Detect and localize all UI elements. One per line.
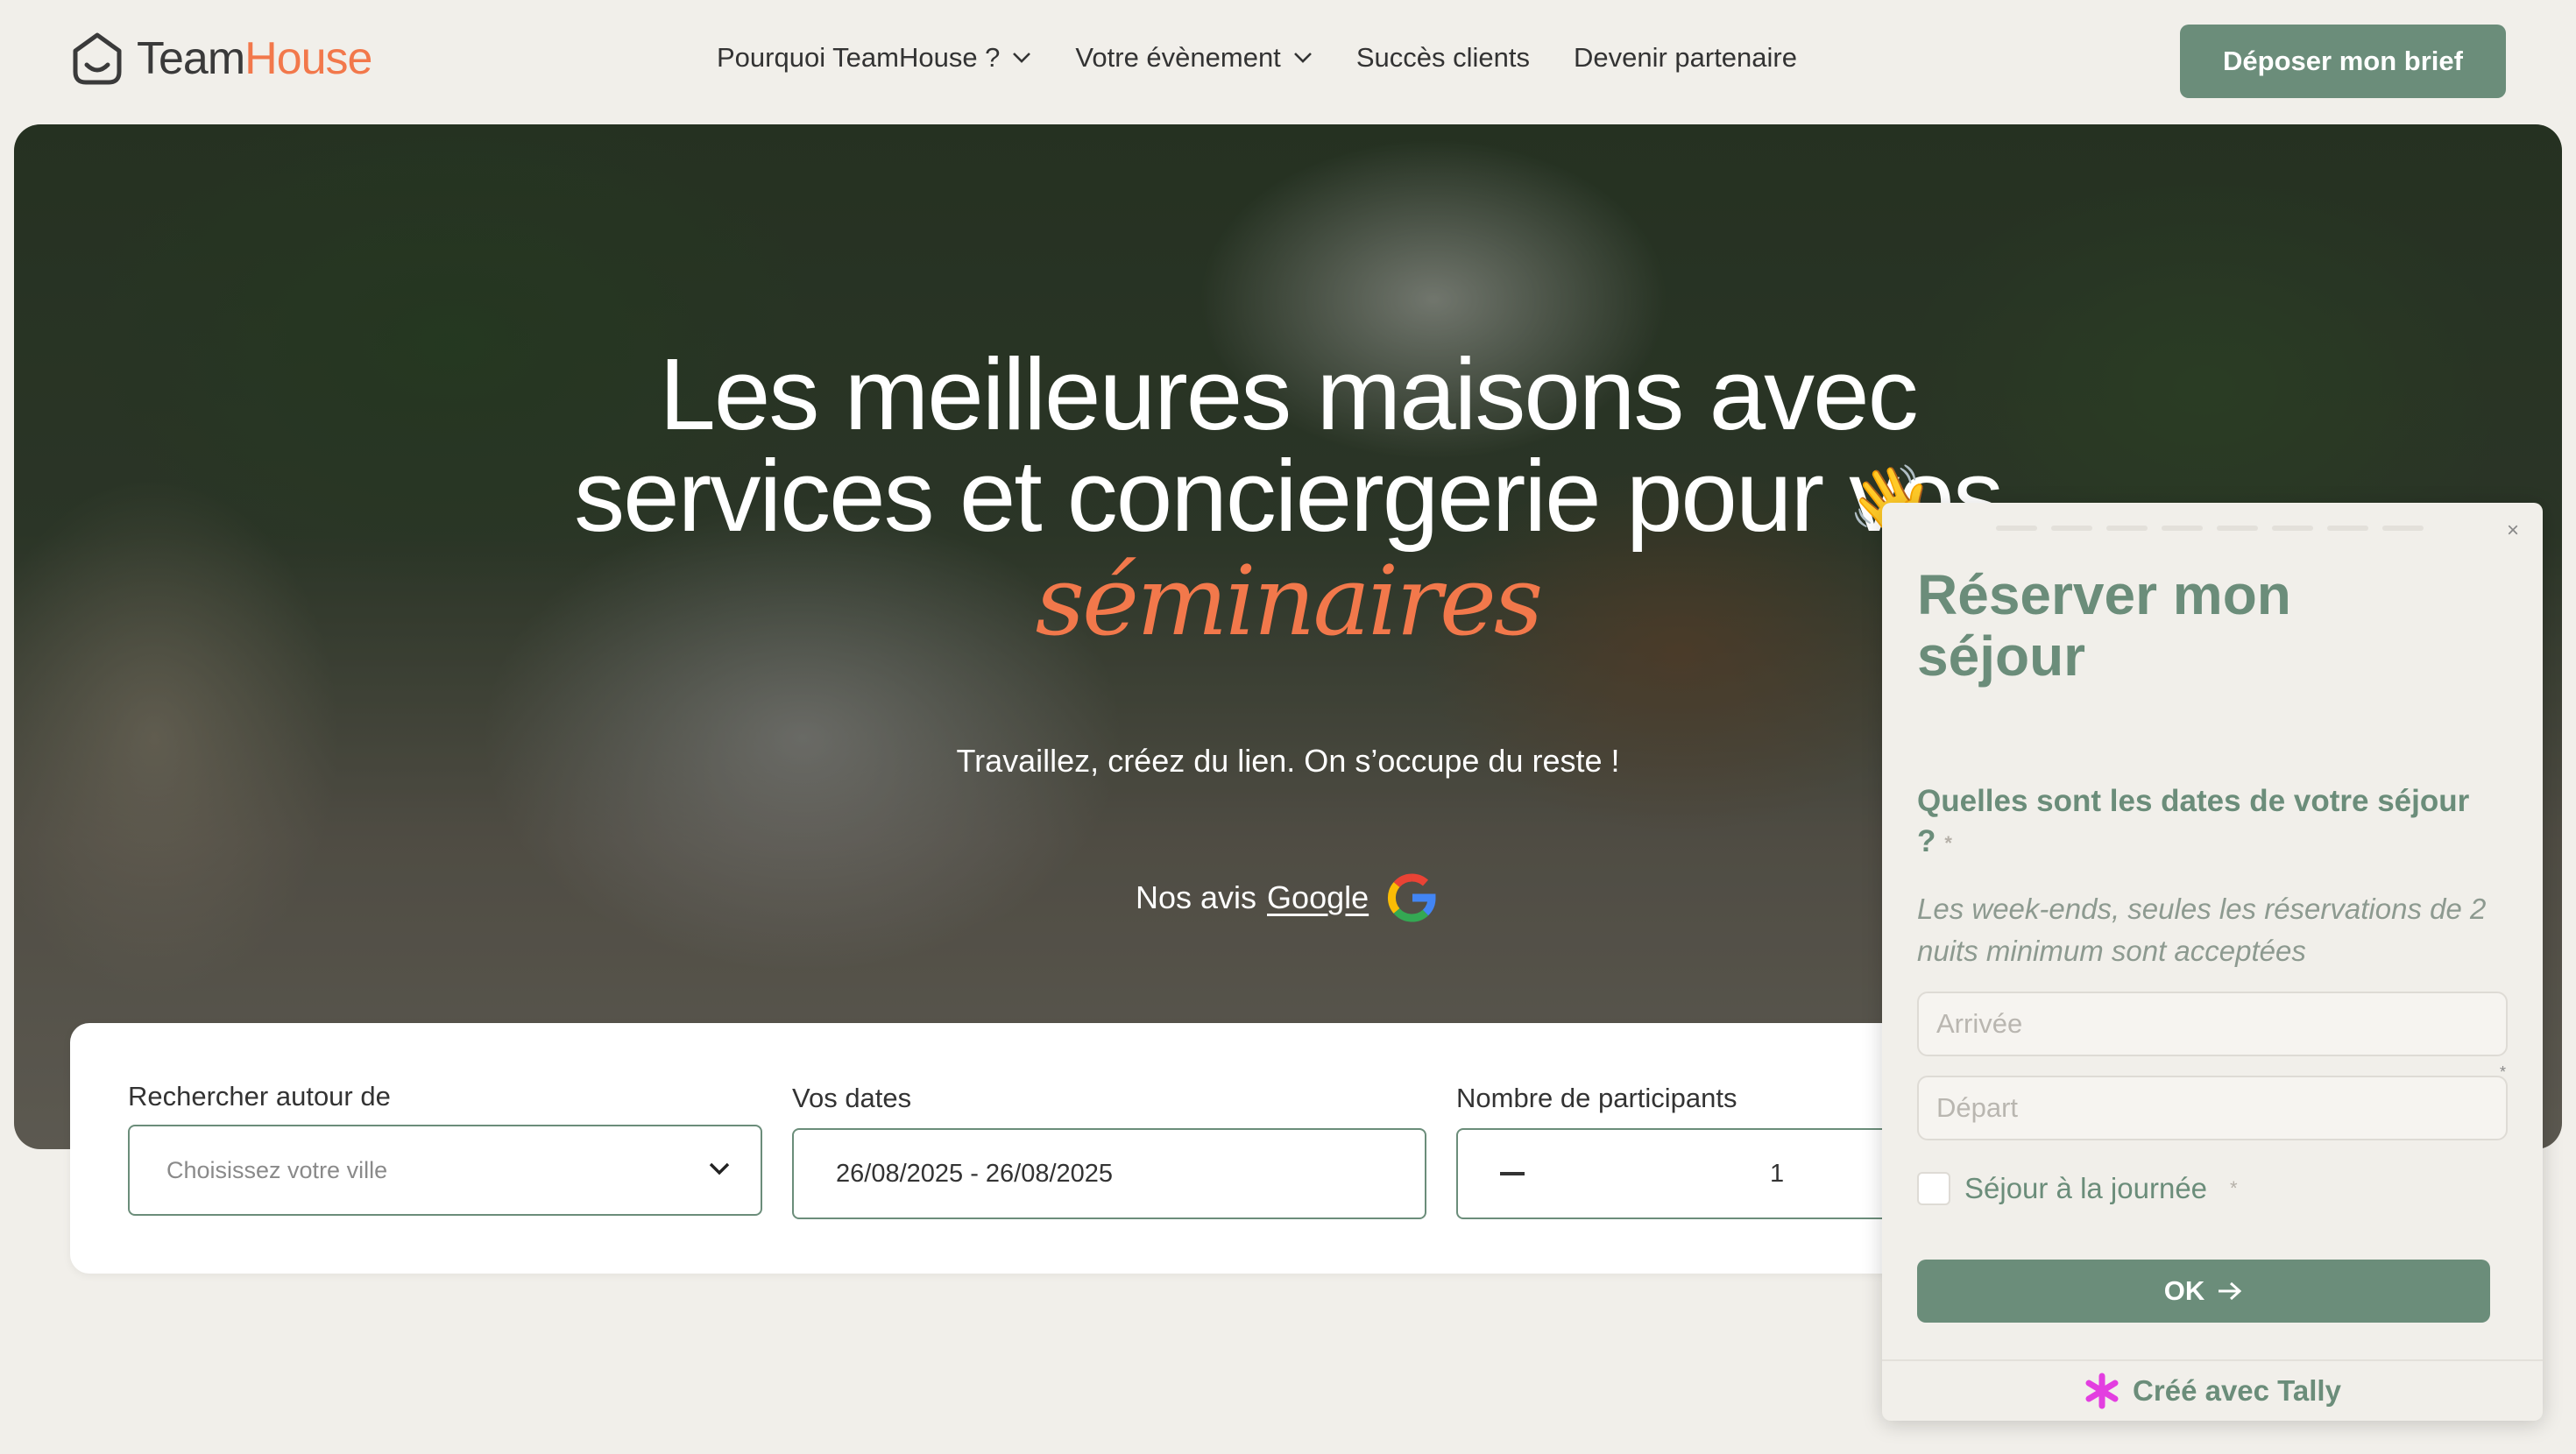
google-reviews-link[interactable]: Google bbox=[1267, 879, 1369, 916]
dates-question-text: Quelles sont les dates de votre séjour ? bbox=[1917, 784, 2470, 858]
dates-question: Quelles sont les dates de votre séjour ?… bbox=[1917, 781, 2478, 864]
required-mark: * bbox=[1944, 831, 1952, 854]
logo-text-team: Team bbox=[137, 33, 245, 84]
chevron-down-icon bbox=[1013, 53, 1031, 63]
nav-link-label: Devenir partenaire bbox=[1573, 42, 1797, 73]
close-icon[interactable]: × bbox=[2501, 519, 2525, 543]
logo-wordmark: TeamHouse bbox=[137, 32, 372, 85]
nav-link-label: Pourquoi TeamHouse ? bbox=[717, 42, 1001, 73]
reservation-popup: × Réserver mon séjour Quelles sont les d… bbox=[1882, 503, 2543, 1421]
search-card: Rechercher autour de Choisissez votre vi… bbox=[70, 1023, 2085, 1274]
nav-link-label: Succès clients bbox=[1355, 42, 1530, 73]
day-stay-label: Séjour à la journée bbox=[1964, 1172, 2208, 1204]
arrival-date-input[interactable]: Arrivée bbox=[1917, 992, 2508, 1056]
nav-link-pourquoi[interactable]: Pourquoi TeamHouse ? bbox=[717, 42, 1031, 74]
hero-title-line1: Les meilleures maisons avec bbox=[659, 337, 1918, 451]
participants-value: 1 bbox=[1770, 1159, 1785, 1188]
required-mark: * bbox=[2500, 1063, 2507, 1081]
departure-placeholder: Départ bbox=[1936, 1092, 2019, 1123]
tally-footer[interactable]: Créé avec Tally bbox=[1882, 1359, 2543, 1421]
popup-title: Réserver mon séjour bbox=[1917, 563, 2291, 688]
teamhouse-logo[interactable]: TeamHouse bbox=[70, 32, 372, 86]
progress-indicator bbox=[1996, 526, 2424, 531]
arrow-right-icon bbox=[2219, 1281, 2242, 1301]
day-stay-option[interactable]: Séjour à la journée * bbox=[1917, 1172, 2238, 1205]
location-label: Rechercher autour de bbox=[128, 1081, 391, 1112]
chevron-down-icon bbox=[709, 1162, 730, 1175]
dates-label: Vos dates bbox=[792, 1083, 912, 1113]
city-select-placeholder: Choisissez votre ville bbox=[166, 1156, 388, 1183]
ok-label: OK bbox=[2163, 1275, 2205, 1306]
tally-asterisk-icon bbox=[2085, 1373, 2119, 1409]
dates-input[interactable]: 26/08/2025 - 26/08/2025 bbox=[792, 1128, 1426, 1219]
city-select[interactable]: Choisissez votre ville bbox=[128, 1125, 762, 1216]
nav-links: Pourquoi TeamHouse ? Votre évènement Suc… bbox=[717, 42, 1797, 74]
departure-date-input[interactable]: Départ bbox=[1917, 1076, 2508, 1140]
nav-link-label: Votre évènement bbox=[1075, 42, 1281, 73]
nav-link-succes-clients[interactable]: Succès clients bbox=[1356, 42, 1530, 74]
day-stay-checkbox[interactable] bbox=[1917, 1172, 1950, 1205]
weekend-help-text: Les week-ends, seules les réservations d… bbox=[1917, 893, 2487, 967]
nav-link-evenement[interactable]: Votre évènement bbox=[1075, 42, 1312, 74]
participants-label: Nombre de participants bbox=[1456, 1083, 1737, 1113]
top-navigation: TeamHouse Pourquoi TeamHouse ? Votre évè… bbox=[0, 0, 2576, 123]
arrival-placeholder: Arrivée bbox=[1936, 1008, 2023, 1039]
nav-link-devenir-partenaire[interactable]: Devenir partenaire bbox=[1574, 42, 1797, 74]
deposer-brief-button[interactable]: Déposer mon brief bbox=[2180, 25, 2506, 98]
minus-icon[interactable] bbox=[1500, 1172, 1525, 1175]
required-mark: * bbox=[2230, 1177, 2238, 1199]
tally-footer-text: Créé avec Tally bbox=[2133, 1374, 2341, 1407]
logo-text-house: House bbox=[244, 33, 372, 84]
chevron-down-icon bbox=[1293, 53, 1312, 63]
house-logo-icon bbox=[73, 32, 122, 85]
participants-stepper[interactable]: 1 bbox=[1456, 1128, 1947, 1219]
reviews-prefix: Nos avis bbox=[1136, 879, 1257, 915]
google-g-icon bbox=[1388, 873, 1436, 922]
ok-submit-button[interactable]: OK bbox=[1917, 1260, 2490, 1323]
dates-value: 26/08/2025 - 26/08/2025 bbox=[836, 1159, 1114, 1188]
google-reviews: Nos avis Google bbox=[1136, 871, 1439, 925]
